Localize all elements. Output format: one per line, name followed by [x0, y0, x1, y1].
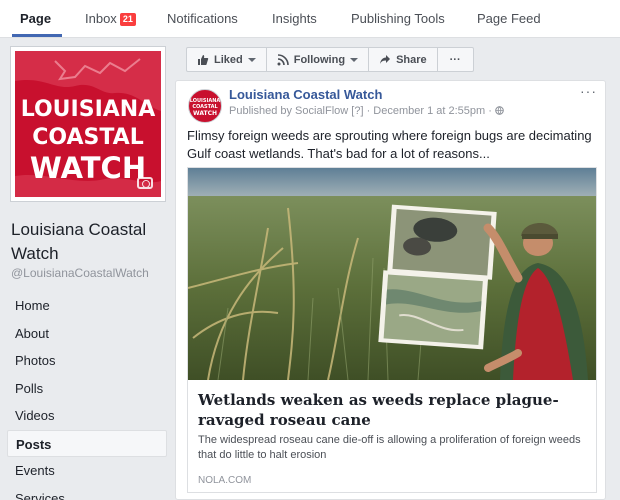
sidebar-item-videos[interactable]: Videos — [7, 402, 167, 430]
liked-label: Liked — [214, 53, 243, 66]
tab-notifications[interactable]: Notifications — [167, 11, 238, 26]
post-author-name[interactable]: Louisiana Coastal Watch — [229, 87, 382, 102]
tab-publishing-tools[interactable]: Publishing Tools — [351, 11, 445, 26]
page-tab-bar: Page Inbox 21 Notifications Insights Publ… — [0, 0, 620, 38]
share-arrow-icon — [380, 54, 391, 64]
camera-icon[interactable] — [137, 177, 153, 189]
link-domain: NOLA.COM — [198, 475, 252, 486]
post-timestamp: Published by SocialFlow [?] · December 1… — [229, 105, 495, 117]
more-options-button[interactable]: ··· — [438, 48, 473, 71]
liked-button[interactable]: Liked — [187, 48, 267, 71]
link-headline[interactable]: Wetlands weaken as weeds replace plague-… — [198, 390, 588, 430]
profile-picture[interactable]: LOUISIANA COASTAL WATCH — [10, 46, 166, 202]
rss-feed-icon — [277, 53, 289, 65]
link-description: The widespread roseau cane die-off is al… — [198, 434, 581, 461]
chevron-down-icon — [247, 57, 256, 62]
link-preview[interactable]: Wetlands weaken as weeds replace plague-… — [187, 167, 597, 493]
tab-inbox-label: Inbox — [85, 11, 117, 26]
post-options-menu-icon[interactable]: ··· — [580, 83, 597, 99]
post-text: Flimsy foreign weeds are sprouting where… — [187, 128, 592, 161]
sidebar-item-services[interactable]: Services — [7, 485, 167, 500]
logo-line-2: COASTAL — [32, 125, 144, 150]
page-action-bar: Liked Following Share ··· — [186, 47, 474, 72]
sidebar-item-polls[interactable]: Polls — [7, 375, 167, 403]
logo-line-1: LOUISIANA — [20, 97, 156, 122]
page-name[interactable]: Louisiana Coastal Watch — [11, 218, 171, 266]
sidebar-item-posts[interactable]: Posts — [7, 429, 167, 457]
wetlands-photo — [188, 168, 596, 380]
tab-page-feed[interactable]: Page Feed — [477, 11, 541, 26]
post-card: LOUISIANA COASTAL WATCH Louisiana Coasta… — [175, 80, 606, 500]
link-preview-image[interactable] — [188, 168, 596, 380]
globe-icon — [495, 106, 504, 115]
active-tab-indicator — [12, 34, 62, 37]
tab-page[interactable]: Page — [20, 11, 51, 26]
post-author-avatar[interactable]: LOUISIANA COASTAL WATCH — [188, 89, 222, 123]
page-handle[interactable]: @LouisianaCoastalWatch — [11, 266, 149, 280]
share-label: Share — [396, 53, 427, 66]
tab-insights[interactable]: Insights — [272, 11, 317, 26]
avatar-logo-line-3: WATCH — [192, 110, 218, 117]
sidebar-item-home[interactable]: Home — [7, 292, 167, 320]
chevron-down-icon — [350, 57, 359, 62]
thumbs-up-icon — [198, 54, 209, 65]
profile-logo: LOUISIANA COASTAL WATCH — [15, 51, 161, 197]
following-label: Following — [293, 53, 346, 66]
inbox-count-badge: 21 — [119, 13, 136, 26]
page-sidebar-nav: Home About Photos Polls Videos Posts Eve… — [7, 292, 167, 500]
sidebar-item-photos[interactable]: Photos — [7, 347, 167, 375]
post-meta: Published by SocialFlow [?] · December 1… — [229, 105, 504, 117]
tab-inbox[interactable]: Inbox 21 — [85, 11, 136, 26]
sidebar-item-about[interactable]: About — [7, 320, 167, 348]
following-button[interactable]: Following — [267, 48, 370, 71]
sidebar-item-events[interactable]: Events — [7, 457, 167, 485]
share-button[interactable]: Share — [369, 48, 438, 71]
